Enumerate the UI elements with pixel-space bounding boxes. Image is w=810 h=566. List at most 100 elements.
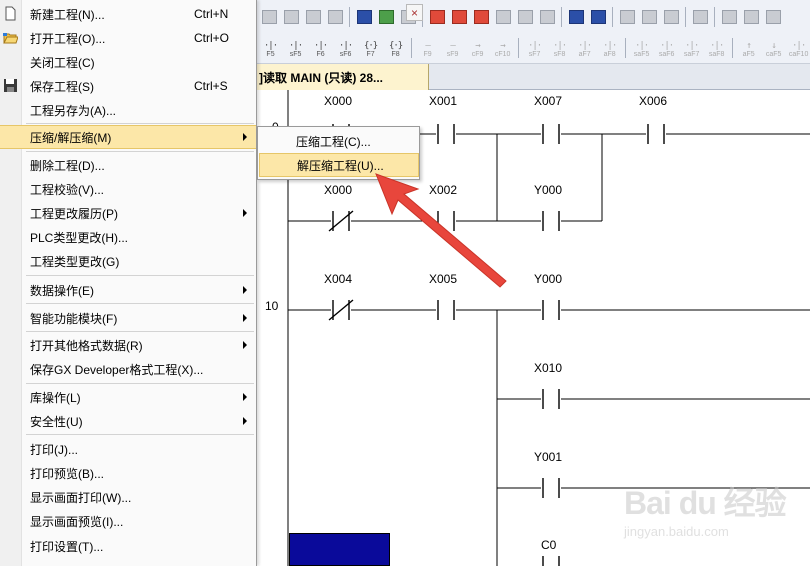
- contact-label[interactable]: X005: [429, 272, 457, 286]
- submenu-arrow-icon: [243, 417, 247, 425]
- fkey-button[interactable]: ↑ aF5: [737, 37, 760, 59]
- fkey-button[interactable]: ·|· sF6: [334, 37, 357, 59]
- contact-label[interactable]: X004: [324, 272, 352, 286]
- menu-item-compress-decompress[interactable]: 压缩/解压缩(M): [0, 125, 256, 149]
- menu-item-screen-preview[interactable]: 显示画面预览(I)...: [0, 509, 256, 533]
- ladder-symbol-icon[interactable]: [741, 7, 761, 27]
- monitor-stop-icon[interactable]: [515, 7, 535, 27]
- menu-item-open-project[interactable]: 打开工程(O)... Ctrl+O: [0, 26, 256, 50]
- device-icon[interactable]: [354, 7, 374, 27]
- fkey-label: sF6: [339, 51, 352, 58]
- contact-label[interactable]: Y001: [534, 450, 562, 464]
- tab-close-button[interactable]: ×: [406, 4, 423, 21]
- contact-label[interactable]: Y000: [534, 272, 562, 286]
- fkey-button[interactable]: ·|· aF8: [598, 37, 621, 59]
- display-icon[interactable]: [690, 7, 710, 27]
- fkey-button[interactable]: — F9: [416, 37, 439, 59]
- menu-item-save-project[interactable]: 保存工程(S) Ctrl+S: [0, 74, 256, 98]
- menu-item-label: 库操作(L): [30, 390, 81, 405]
- menu-item-print-preview[interactable]: 打印预览(B)...: [0, 461, 256, 485]
- paste-icon[interactable]: [281, 7, 301, 27]
- menu-item-data-operation[interactable]: 数据操作(E): [0, 278, 256, 302]
- submenu-arrow-icon: [243, 209, 247, 217]
- toolbar-row-main: [257, 2, 810, 32]
- fkey-button[interactable]: ↓ caF5: [762, 37, 785, 59]
- fkey-button[interactable]: ·|· F6: [309, 37, 332, 59]
- note-icon[interactable]: [661, 7, 681, 27]
- menu-item-label: 工程校验(V)...: [30, 182, 104, 197]
- ladder-symbol-icon[interactable]: [763, 7, 783, 27]
- menu-item-open-other-format[interactable]: 打开其他格式数据(R): [0, 333, 256, 357]
- fkey-button[interactable]: ·|· saF5: [630, 37, 653, 59]
- menu-item-print-setup[interactable]: 打印设置(T)...: [0, 534, 256, 558]
- fkey-symbol: ·|·: [710, 41, 724, 51]
- submenu-item-compress-project[interactable]: 压缩工程(C)...: [259, 129, 419, 153]
- undo-icon[interactable]: [303, 7, 323, 27]
- menu-item-project-verify[interactable]: 工程校验(V)...: [0, 177, 256, 201]
- menu-item-security[interactable]: 安全性(U): [0, 409, 256, 433]
- fkey-button[interactable]: {·} F8: [384, 37, 407, 59]
- grid-icon[interactable]: [537, 7, 557, 27]
- fkey-label: F7: [366, 51, 375, 58]
- monitor-icon[interactable]: [493, 7, 513, 27]
- menu-item-label: 删除工程(D)...: [30, 158, 105, 173]
- fkey-label: F9: [423, 51, 432, 58]
- menu-item-label: 工程类型更改(G): [30, 254, 120, 269]
- menu-item-screen-print[interactable]: 显示画面打印(W)...: [0, 485, 256, 509]
- redo-icon[interactable]: [325, 7, 345, 27]
- menu-item-delete-project[interactable]: 删除工程(D)...: [0, 153, 256, 177]
- fkey-button[interactable]: ·|· F5: [259, 37, 282, 59]
- file-menu: 新建工程(N)... Ctrl+N 打开工程(O)... Ctrl+O 关闭工程…: [0, 0, 257, 566]
- submenu-item-decompress-project[interactable]: 解压缩工程(U)...: [259, 153, 419, 177]
- contact-label[interactable]: X007: [534, 94, 562, 108]
- fkey-button[interactable]: → cF9: [466, 37, 489, 59]
- simulator-stop-icon[interactable]: [588, 7, 608, 27]
- contact-label[interactable]: X010: [534, 361, 562, 375]
- menu-separator: [26, 331, 254, 332]
- menu-item-new-project[interactable]: 新建工程(N)... Ctrl+N: [0, 2, 256, 26]
- fkey-button[interactable]: ·|· saF7: [680, 37, 703, 59]
- fkey-button[interactable]: ·|· sF8: [548, 37, 571, 59]
- fkey-button[interactable]: → cF10: [491, 37, 514, 59]
- fkey-button[interactable]: ·|· sF5: [284, 37, 307, 59]
- fkey-button[interactable]: ·|· aF7: [573, 37, 596, 59]
- menu-item-intelligent-module[interactable]: 智能功能模块(F): [0, 306, 256, 330]
- fkey-button[interactable]: ·|· saF8: [705, 37, 728, 59]
- menu-item-save-as[interactable]: 工程另存为(A)...: [0, 98, 256, 122]
- fkey-button[interactable]: ·|· sF7: [523, 37, 546, 59]
- tab-main-program[interactable]: ]读取 MAIN (只读) 28...: [257, 64, 429, 90]
- menu-item-plc-type-change[interactable]: PLC类型更改(H)...: [0, 225, 256, 249]
- transfer-icon[interactable]: [427, 7, 447, 27]
- toolbar-separator: [561, 7, 562, 27]
- comment-icon[interactable]: [617, 7, 637, 27]
- fkey-button[interactable]: ·|· caF10: [787, 37, 810, 59]
- transfer-back-icon[interactable]: [449, 7, 469, 27]
- fkey-symbol: ·|·: [659, 41, 674, 51]
- menu-item-change-history[interactable]: 工程更改履历(P): [0, 201, 256, 225]
- contact-label[interactable]: X000: [324, 183, 352, 197]
- fkey-button[interactable]: ·|· saF6: [655, 37, 678, 59]
- contact-label[interactable]: X001: [429, 94, 457, 108]
- toolbar-separator: [518, 38, 520, 58]
- fkey-symbol: ·|·: [684, 41, 699, 51]
- ladder-symbol-icon[interactable]: [719, 7, 739, 27]
- simulator-start-icon[interactable]: [566, 7, 586, 27]
- contact-label[interactable]: C0: [541, 538, 556, 552]
- fkey-button[interactable]: — sF9: [441, 37, 464, 59]
- copy-icon[interactable]: [259, 7, 279, 27]
- fkey-button[interactable]: {·} F7: [359, 37, 382, 59]
- menu-item-print[interactable]: 打印(J)...: [0, 437, 256, 461]
- statement-icon[interactable]: [639, 7, 659, 27]
- menu-item-project-type-change[interactable]: 工程类型更改(G): [0, 249, 256, 273]
- write-plc-icon[interactable]: [376, 7, 396, 27]
- contact-label[interactable]: X006: [639, 94, 667, 108]
- fkey-label: caF5: [765, 51, 782, 58]
- menu-item-library[interactable]: 库操作(L): [0, 385, 256, 409]
- contact-label[interactable]: Y000: [534, 183, 562, 197]
- menu-item-close-project[interactable]: 关闭工程(C): [0, 50, 256, 74]
- verify-icon[interactable]: [471, 7, 491, 27]
- menu-item-label: PLC类型更改(H)...: [30, 230, 129, 245]
- menu-item-save-gx-developer[interactable]: 保存GX Developer格式工程(X)...: [0, 357, 256, 381]
- contact-label[interactable]: X000: [324, 94, 352, 108]
- contact-label[interactable]: X002: [429, 183, 457, 197]
